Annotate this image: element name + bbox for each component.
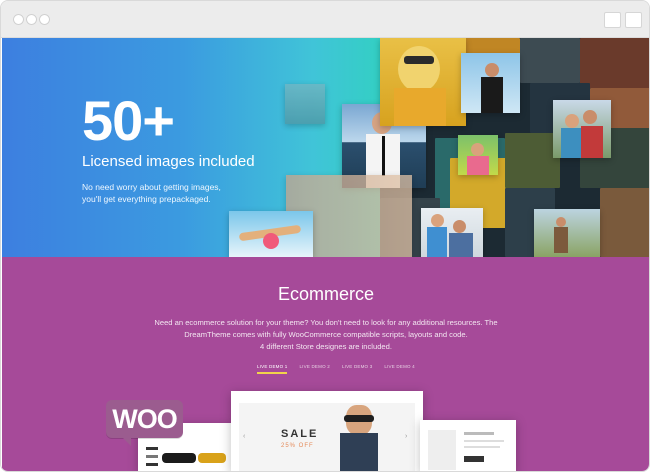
photo-beach-kids [229,211,313,257]
store-mockup-right [420,420,516,471]
tab-live-demo-4[interactable]: Live Demo 4 [384,364,414,374]
window-dot-3[interactable] [39,14,50,25]
sale-title: SALE [281,428,319,440]
photo-woman-sky [461,53,520,113]
tab-live-demo-1[interactable]: Live Demo 1 [257,364,288,374]
window-dot-2[interactable] [26,14,37,25]
ecommerce-text-line-1: Need an ecommerce solution for your them… [154,318,498,327]
ecommerce-section: Ecommerce Need an ecommerce solution for… [2,257,649,471]
hero-subtitle: Licensed images included [82,153,255,170]
hero-description-line-2: you'll get everything prepackaged. [82,194,211,204]
photo-woman-green [458,135,498,175]
ecommerce-text-line-3: 4 different Store designes are included. [260,342,392,351]
hero-description: No need worry about getting images, you'… [82,181,282,205]
slider-prev-icon[interactable]: ‹ [243,433,245,440]
ecommerce-text-line-2: DreamTheme comes with fully WooCommerce … [184,330,468,339]
photo-man-small [285,84,325,124]
window-titlebar [1,1,649,38]
window-dot-1[interactable] [13,14,24,25]
photo-office [421,208,483,257]
hero-count: 50+ [82,89,175,152]
model-photo [334,405,384,471]
store-mockup-center: SALE 25% OFF ‹ › [231,391,423,471]
window-button-right[interactable] [625,12,642,28]
browser-window: 50+ Licensed images included No need wor… [0,0,650,472]
tab-live-demo-3[interactable]: Live Demo 3 [342,364,372,374]
photo-hikers [534,209,600,257]
ecommerce-description: Need an ecommerce solution for your them… [132,317,520,353]
slider-next-icon[interactable]: › [405,433,407,440]
woocommerce-logo: WOO [106,400,183,446]
demo-tabs: Live Demo 1 Live Demo 2 Live Demo 3 Live… [257,364,415,374]
hero-description-line-1: No need worry about getting images, [82,182,221,192]
hero-section: 50+ Licensed images included No need wor… [2,38,649,257]
sale-subtitle: 25% OFF [281,443,314,449]
window-button-left[interactable] [604,12,621,28]
photo-woman-yellow [380,38,466,126]
tab-live-demo-2[interactable]: Live Demo 2 [299,364,329,374]
photo-couple [553,100,611,158]
ecommerce-title: Ecommerce [277,284,375,304]
